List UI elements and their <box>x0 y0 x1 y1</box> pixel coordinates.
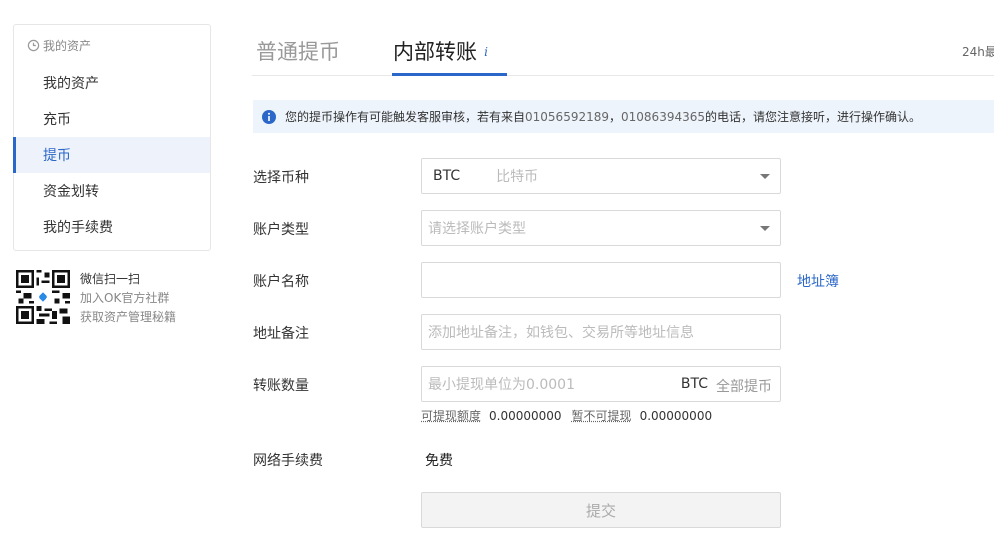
qr-line-2: 获取资产管理秘籍 <box>80 310 177 324</box>
withdraw-tabs: 普通提币 内部转账 i <box>252 24 994 76</box>
coin-name: 比特币 <box>496 169 539 185</box>
notice-phone-1: 01056592189 <box>525 109 609 124</box>
sidebar-item-fees[interactable]: 我的手续费 <box>14 209 210 245</box>
notice-separator: ， <box>609 110 622 124</box>
sidebar-item-label: 我的手续费 <box>43 220 113 236</box>
sidebar-item-label: 资金划转 <box>43 184 99 200</box>
qr-title: 微信扫一扫 <box>80 272 141 286</box>
review-notice: 您的提币操作有可能触发客服审核，若有来自 01056592189， 01086394… <box>253 100 994 133</box>
clock-icon <box>27 39 40 51</box>
sidebar-header-label: 我的资产 <box>43 38 92 53</box>
available-value: 0.00000000 <box>489 409 562 423</box>
coin-code: BTC <box>433 168 461 184</box>
caret-down-icon <box>760 174 770 179</box>
caret-down-icon <box>760 226 770 231</box>
account-type-select[interactable]: 请选择账户类型 <box>421 210 781 246</box>
sidebar-item-transfer[interactable]: 资金划转 <box>14 173 210 209</box>
sidebar-item-withdraw[interactable]: 提币 <box>13 137 210 173</box>
sidebar-header: 我的资产 <box>14 25 210 65</box>
address-book-link[interactable]: 地址簿 <box>797 271 839 291</box>
account-name-label: 账户名称 <box>253 274 309 290</box>
amount-unit: BTC <box>680 376 708 392</box>
available-balance-line: 可提现额度 0.00000000 暂不可提现 0.00000000 <box>421 407 722 424</box>
notice-suffix: 的电话，请您注意接听，进行操作确认。 <box>705 110 922 124</box>
unavailable-label: 暂不可提现 <box>571 409 632 423</box>
available-label: 可提现额度 <box>421 409 482 423</box>
sidebar-item-label: 我的资产 <box>43 76 99 92</box>
active-tab-indicator <box>392 73 507 76</box>
daily-limit-text: 24h最 <box>962 45 994 59</box>
sidebar-item-my-assets[interactable]: 我的资产 <box>14 65 210 101</box>
coin-label: 选择币种 <box>253 170 309 186</box>
qr-text: 微信扫一扫 加入OK官方社群 获取资产管理秘籍 <box>80 270 176 327</box>
amount-input[interactable]: 最小提现单位为0.0001 BTC 全部提币 <box>421 366 781 402</box>
sidebar-item-deposit[interactable]: 充币 <box>14 101 210 137</box>
info-icon[interactable]: i <box>479 44 493 58</box>
address-note-input[interactable]: 添加地址备注，如钱包、交易所等地址信息 <box>421 314 781 350</box>
tab-internal-transfer[interactable]: 内部转账 i <box>393 36 493 66</box>
wechat-qr-block: 微信扫一扫 加入OK官方社群 获取资产管理秘籍 <box>16 270 176 327</box>
submit-button[interactable]: 提交 <box>421 492 781 528</box>
account-name-input[interactable] <box>421 262 781 298</box>
address-note-label: 地址备注 <box>253 326 309 342</box>
sidebar-item-label: 提币 <box>43 148 71 164</box>
notice-prefix: 您的提币操作有可能触发客服审核，若有来自 <box>285 110 526 124</box>
tab-label: 普通提币 <box>256 40 340 64</box>
notice-phone-2: 01086394365 <box>621 109 705 124</box>
amount-placeholder: 最小提现单位为0.0001 <box>428 377 575 393</box>
qr-line-1: 加入OK官方社群 <box>80 291 170 305</box>
svg-text:i: i <box>484 45 488 58</box>
info-circle-icon <box>262 109 276 124</box>
network-fee-label: 网络手续费 <box>253 453 323 469</box>
qr-code-icon <box>16 270 70 324</box>
asset-sidebar: 我的资产 我的资产 充币 提币 资金划转 我的手续费 <box>13 24 211 251</box>
unavailable-value: 0.00000000 <box>639 409 713 423</box>
account-type-placeholder: 请选择账户类型 <box>428 221 526 237</box>
tab-normal-withdraw[interactable]: 普通提币 <box>256 36 340 66</box>
amount-label: 转账数量 <box>253 378 309 394</box>
tab-label: 内部转账 <box>393 40 477 64</box>
sidebar-item-label: 充币 <box>43 112 71 128</box>
network-fee-value: 免费 <box>425 453 453 469</box>
withdraw-all-button[interactable]: 全部提币 <box>716 376 772 396</box>
address-note-placeholder: 添加地址备注，如钱包、交易所等地址信息 <box>428 325 694 341</box>
account-type-label: 账户类型 <box>253 222 309 238</box>
coin-select[interactable]: BTC 比特币 <box>421 158 781 194</box>
